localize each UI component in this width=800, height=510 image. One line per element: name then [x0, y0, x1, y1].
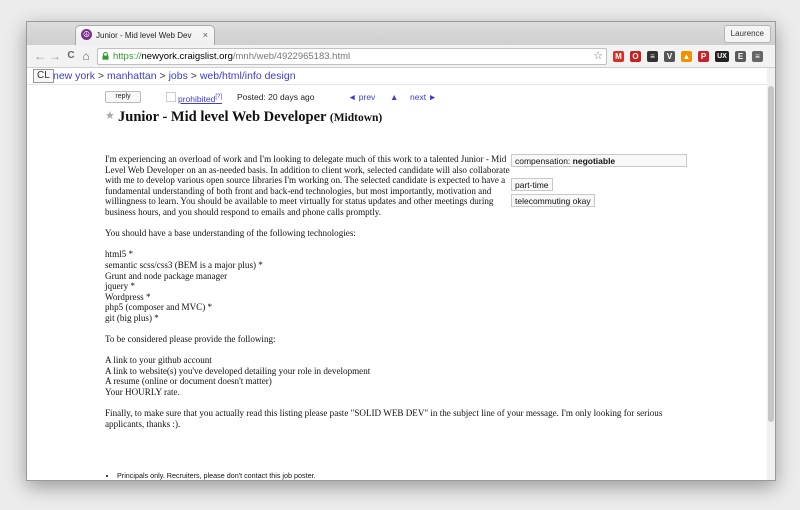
pocket-icon[interactable]: V	[664, 50, 675, 62]
menu-icon[interactable]: ≡	[752, 50, 763, 62]
posting-bar: reply prohibited[?] Posted: 20 days ago …	[105, 91, 665, 105]
posting-body: I'm experiencing an overload of work and…	[105, 154, 662, 429]
body-paragraph: I'm experiencing an overload of work and…	[105, 154, 510, 217]
prohibited-link[interactable]: prohibited[?]	[178, 91, 222, 105]
breadcrumb: CL new york > manhattan > jobs > web/htm…	[27, 68, 767, 84]
technology-item: Grunt and node package manager	[105, 270, 228, 281]
technology-item: git (big plus) *	[105, 312, 159, 323]
page-title: Junior - Mid level Web Developer (Midtow…	[118, 108, 382, 127]
breadcrumb-separator: >	[187, 70, 200, 82]
requirement-item: Your HOURLY rate.	[105, 387, 180, 398]
browser-window: ☮ Junior - Mid level Web Dev × Laurence …	[26, 21, 776, 481]
home-icon[interactable]: ⌂	[79, 49, 93, 63]
technology-item: php5 (composer and MVC) *	[105, 302, 213, 313]
buffer-icon[interactable]: ≡	[647, 50, 658, 62]
next-link[interactable]: next ►	[410, 91, 437, 103]
requirements-list: A link to your github account A link to w…	[105, 355, 510, 397]
breadcrumb-links: new york > manhattan > jobs > web/html/i…	[53, 68, 296, 84]
requirement-item: A resume (online or document doesn't mat…	[105, 376, 272, 387]
close-tab-icon[interactable]: ×	[203, 29, 208, 41]
url-path: /mnh/web/4922965183.html	[232, 51, 351, 62]
bookmark-star-icon[interactable]: ☆	[593, 50, 603, 63]
posted-date: Posted: 20 days ago	[237, 92, 315, 102]
notices-list: Principals only. Recruiters, please don'…	[105, 471, 316, 482]
breadcrumb-separator: >	[156, 70, 169, 82]
posting-location: (Midtown)	[329, 112, 383, 124]
prev-link[interactable]: ◄ prev	[348, 91, 375, 103]
address-bar[interactable]: https://newyork.craigslist.org/mnh/web/4…	[97, 48, 607, 65]
body-paragraph: To be considered please provide the foll…	[105, 334, 276, 345]
notice-item: do NOT contact us with unsolicited servi…	[117, 481, 316, 482]
technology-list: html5 * semantic scss/css3 (BEM is a majo…	[105, 249, 510, 323]
employment-type-attribute: part-time	[511, 178, 553, 191]
technology-item: jquery *	[105, 281, 136, 292]
favorite-star-icon[interactable]: ★	[105, 110, 115, 122]
opera-icon[interactable]: O	[630, 50, 641, 62]
telecommute-attribute: telecommuting okay	[511, 194, 595, 207]
tab-strip: ☮ Junior - Mid level Web Dev × Laurence	[27, 22, 775, 46]
tab-craigslist-posting[interactable]: ☮ Junior - Mid level Web Dev ×	[75, 25, 215, 45]
breadcrumb-link[interactable]: jobs	[169, 70, 188, 82]
back-arrow-icon[interactable]: ←	[33, 49, 47, 63]
profile-button[interactable]: Laurence	[723, 25, 771, 43]
browser-toolbar: ← → C ⌂ https://newyork.craigslist.org/m…	[27, 45, 775, 68]
breadcrumb-link[interactable]: new york	[53, 70, 95, 82]
posting-title: Junior - Mid level Web Developer	[118, 109, 327, 125]
technology-item: semantic scss/css3 (BEM is a major plus)…	[105, 259, 263, 270]
compensation-value: negotiable	[572, 156, 616, 166]
analytics-icon[interactable]: ▲	[681, 50, 692, 62]
evernote-icon[interactable]: E	[735, 50, 746, 62]
compensation-attribute: compensation: negotiable	[511, 154, 687, 167]
body-paragraph: Finally, to make sure that you actually …	[105, 408, 663, 429]
ux-icon[interactable]: UX	[715, 50, 729, 62]
reply-button[interactable]: reply	[105, 91, 141, 103]
gmail-icon[interactable]: M	[613, 50, 624, 62]
compensation-label: compensation:	[515, 156, 573, 166]
craigslist-logo[interactable]: CL	[33, 69, 54, 83]
requirement-item: A link to your github account	[105, 355, 212, 366]
prohibited-help[interactable]: [?]	[215, 94, 222, 100]
tab-title: Junior - Mid level Web Dev	[96, 31, 192, 40]
notice-item: Principals only. Recruiters, please don'…	[117, 471, 316, 480]
reload-icon[interactable]: C	[64, 49, 78, 63]
url-scheme: https://	[113, 51, 142, 62]
technology-item: Wordpress *	[105, 291, 151, 302]
up-arrow-icon[interactable]: ▲	[390, 91, 398, 103]
body-paragraph: You should have a base understanding of …	[105, 228, 356, 239]
lock-icon	[102, 52, 109, 60]
extension-icons: M O ≡ V ▲ P UX E ≡	[613, 49, 763, 63]
technology-item: html5 *	[105, 249, 134, 260]
prohibited-label: prohibited	[178, 93, 216, 104]
peace-favicon-icon: ☮	[81, 29, 92, 40]
forward-arrow-icon[interactable]: →	[48, 49, 62, 63]
prohibited-flag-checkbox[interactable]	[166, 92, 176, 102]
breadcrumb-separator: >	[95, 70, 107, 82]
url-host: newyork.craigslist.org	[141, 51, 233, 62]
url-text: https://newyork.craigslist.org/mnh/web/4…	[113, 49, 350, 64]
breadcrumb-link[interactable]: manhattan	[107, 70, 157, 82]
vertical-scrollbar[interactable]	[767, 68, 775, 480]
pinterest-icon[interactable]: P	[698, 50, 709, 62]
scrollbar-thumb[interactable]	[768, 86, 774, 422]
page-content: reply prohibited[?] Posted: 20 days ago …	[27, 84, 767, 482]
breadcrumb-link[interactable]: web/html/info design	[200, 70, 296, 82]
requirement-item: A link to website(s) you've developed de…	[105, 365, 371, 376]
